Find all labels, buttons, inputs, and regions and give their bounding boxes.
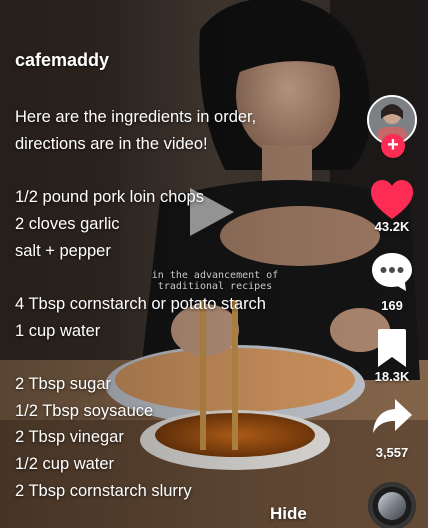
post-caption: Here are the ingredients in order, direc… xyxy=(15,104,315,505)
hide-caption-button[interactable]: Hide xyxy=(270,504,307,524)
caption-line: 1 cup water xyxy=(15,321,101,340)
comment-bubble-icon[interactable] xyxy=(368,250,416,294)
heart-icon[interactable] xyxy=(368,178,416,222)
music-disc-icon[interactable] xyxy=(368,482,416,528)
plus-icon: + xyxy=(387,134,399,156)
caption-line: 4 Tbsp cornstarch or potato starch xyxy=(15,294,266,313)
video-subtitle: in the advancement of traditional recipe… xyxy=(135,270,295,292)
comment-count: 169 xyxy=(381,298,403,313)
author-username[interactable]: cafemaddy xyxy=(15,50,109,71)
video-subtitle-line: in the advancement of xyxy=(151,270,279,281)
caption-line: salt + pepper xyxy=(15,241,111,260)
share-arrow-icon[interactable] xyxy=(368,395,416,439)
video-subtitle-line: traditional recipes xyxy=(157,281,273,292)
caption-line: Here are the ingredients in order, xyxy=(15,108,257,126)
bookmark-icon[interactable] xyxy=(368,326,416,370)
caption-line: 2 Tbsp vinegar xyxy=(15,428,124,447)
like-count: 43.2K xyxy=(374,219,410,234)
music-disc-cover xyxy=(378,492,406,520)
caption-line: 1/2 pound pork loin chops xyxy=(15,188,204,207)
caption-line: 1/2 Tbsp soysauce xyxy=(15,401,154,420)
caption-line: 2 Tbsp sugar xyxy=(15,374,112,393)
caption-line: 2 Tbsp cornstarch slurry xyxy=(15,481,192,500)
caption-line: directions are in the video! xyxy=(15,134,208,153)
caption-line: 1/2 cup water xyxy=(15,455,115,474)
video-screen[interactable]: cafemaddy Here are the ingredients in or… xyxy=(0,0,428,528)
save-count: 18.3K xyxy=(374,369,410,384)
follow-button[interactable]: + xyxy=(381,134,405,158)
share-count: 3,557 xyxy=(375,445,409,460)
caption-line: 2 cloves garlic xyxy=(15,214,120,233)
